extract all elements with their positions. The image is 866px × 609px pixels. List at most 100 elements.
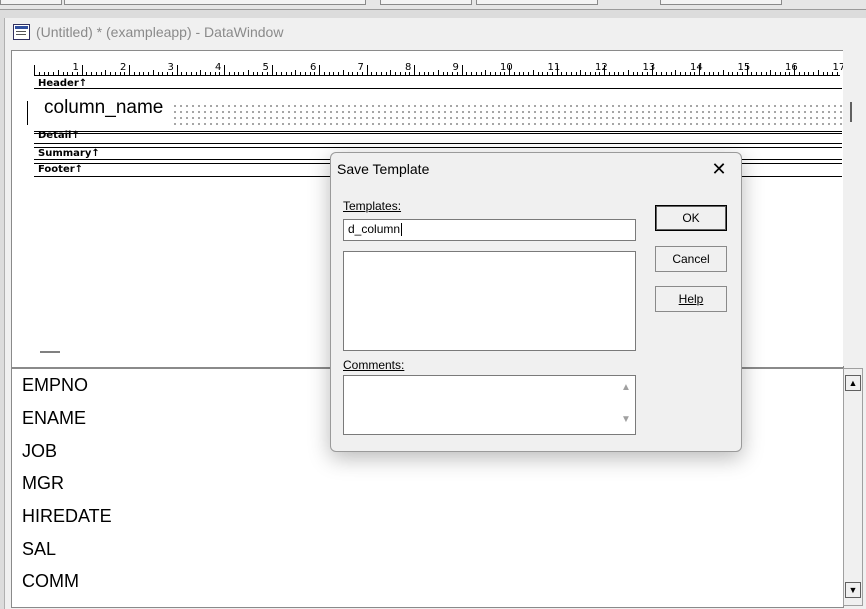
ruler-number: 9	[452, 62, 459, 73]
toolbar-segment[interactable]	[476, 0, 598, 5]
header-band-label[interactable]: Header↑	[38, 78, 87, 89]
ruler-tick	[371, 72, 373, 75]
ruler-tick	[295, 70, 297, 75]
ruler-number: 14	[690, 62, 703, 73]
band-divider	[34, 88, 842, 89]
ruler-tick	[442, 72, 444, 75]
preview-row[interactable]: COMM	[22, 571, 79, 592]
ruler-tick	[152, 70, 154, 75]
ruler-tick	[366, 65, 368, 75]
toolbar-segment[interactable]	[660, 0, 782, 5]
ruler-tick	[352, 72, 354, 75]
ruler-tick	[333, 72, 335, 75]
ruler-tick	[485, 70, 487, 75]
datawindow-icon	[13, 24, 30, 40]
ruler-tick	[181, 72, 183, 75]
ruler-tick	[718, 72, 719, 75]
template-name-input[interactable]: d_column	[343, 219, 636, 241]
ruler-number: 4	[215, 62, 222, 73]
ruler-tick	[100, 72, 102, 75]
ruler-tick	[43, 72, 45, 75]
toolbar-segment[interactable]	[64, 0, 366, 5]
ruler-number: 3	[167, 62, 174, 73]
ruler-tick	[661, 72, 662, 75]
ruler-tick	[608, 72, 610, 75]
ruler-tick	[247, 70, 249, 75]
ruler-tick	[585, 72, 586, 75]
preview-row[interactable]: EMPNO	[22, 375, 88, 396]
ruler-tick	[342, 70, 344, 75]
ruler-tick	[95, 72, 97, 75]
ruler-tick	[48, 72, 50, 75]
ruler-tick	[566, 72, 567, 75]
ruler-tick	[428, 72, 430, 75]
detail-band-label[interactable]: Detail↑	[38, 130, 80, 141]
ruler: 1 2 3 4 5 6 7 8 9 10 11 12 13 14 15 16 17	[34, 53, 845, 76]
preview-row[interactable]: HIREDATE	[22, 506, 112, 527]
ruler-tick	[637, 72, 639, 75]
help-button[interactable]: Help	[655, 286, 727, 312]
ruler-tick	[186, 72, 187, 75]
scroll-indicator[interactable]	[850, 102, 852, 122]
ruler-tick	[513, 72, 515, 75]
ruler-tick	[414, 65, 415, 75]
toolbar-segment[interactable]	[380, 0, 472, 5]
column-name-text[interactable]: column_name	[44, 97, 163, 119]
ruler-number: 5	[262, 62, 269, 73]
ruler-number: 1	[72, 62, 79, 73]
ruler-tick	[722, 70, 724, 75]
ruler-tick	[114, 72, 116, 75]
preview-row[interactable]: SAL	[22, 539, 56, 560]
ruler-tick	[684, 72, 686, 75]
design-scrollbar[interactable]	[843, 50, 863, 366]
preview-row[interactable]: JOB	[22, 441, 57, 462]
close-icon[interactable]: ✕	[705, 157, 733, 181]
ruler-number: 7	[357, 62, 364, 73]
scroll-up-icon[interactable]: ▲	[845, 375, 861, 391]
toolbar-segment[interactable]	[0, 0, 62, 5]
ruler-tick	[760, 72, 762, 75]
ruler-tick	[176, 65, 178, 75]
ruler-tick	[675, 70, 677, 75]
preview-scrollbar[interactable]: ▲ ▼	[843, 368, 863, 606]
templates-label-text: Templates:	[343, 199, 402, 213]
ruler-tick	[532, 70, 534, 75]
ruler-tick	[276, 72, 278, 75]
ruler-tick	[803, 72, 805, 75]
ruler-tick	[281, 72, 282, 75]
ruler-tick	[518, 72, 520, 75]
ruler-tick	[480, 72, 482, 75]
ruler-tick	[67, 72, 69, 75]
ruler-number: 15	[737, 62, 751, 73]
ruler-tick	[618, 72, 620, 75]
ruler-tick	[423, 72, 425, 75]
ok-button[interactable]: OK	[655, 205, 727, 231]
ruler-tick	[798, 72, 800, 75]
save-template-dialog: Save Template ✕ Templates: d_column Comm…	[330, 152, 742, 452]
ruler-tick	[91, 72, 92, 75]
dialog-title: Save Template	[337, 161, 430, 177]
ruler-tick	[699, 65, 700, 75]
footer-band-label[interactable]: Footer↑	[38, 164, 83, 175]
pane-splitter[interactable]	[40, 351, 60, 353]
ruler-tick	[751, 72, 753, 75]
band-divider	[34, 147, 842, 148]
templates-list[interactable]	[343, 251, 636, 351]
ruler-tick	[627, 70, 629, 75]
ruler-tick	[466, 72, 468, 75]
window-title: (Untitled) * (exampleapp) - DataWindow	[36, 24, 284, 40]
ruler-tick	[205, 72, 206, 75]
ruler-tick	[190, 72, 192, 75]
preview-row[interactable]: ENAME	[22, 408, 86, 429]
preview-row[interactable]: MGR	[22, 473, 64, 494]
cancel-button[interactable]: Cancel	[655, 246, 727, 272]
scroll-down-icon[interactable]: ▼	[845, 582, 861, 598]
comments-field[interactable]: ▲ ▼	[343, 375, 636, 435]
ruler-tick	[632, 72, 634, 75]
ruler-number: 8	[405, 62, 412, 73]
scroll-up-icon[interactable]: ▲	[619, 382, 633, 396]
scroll-down-icon[interactable]: ▼	[619, 414, 633, 428]
ruler-tick	[447, 72, 449, 75]
summary-band-label[interactable]: Summary↑	[38, 148, 100, 159]
ruler-tick	[418, 72, 420, 75]
